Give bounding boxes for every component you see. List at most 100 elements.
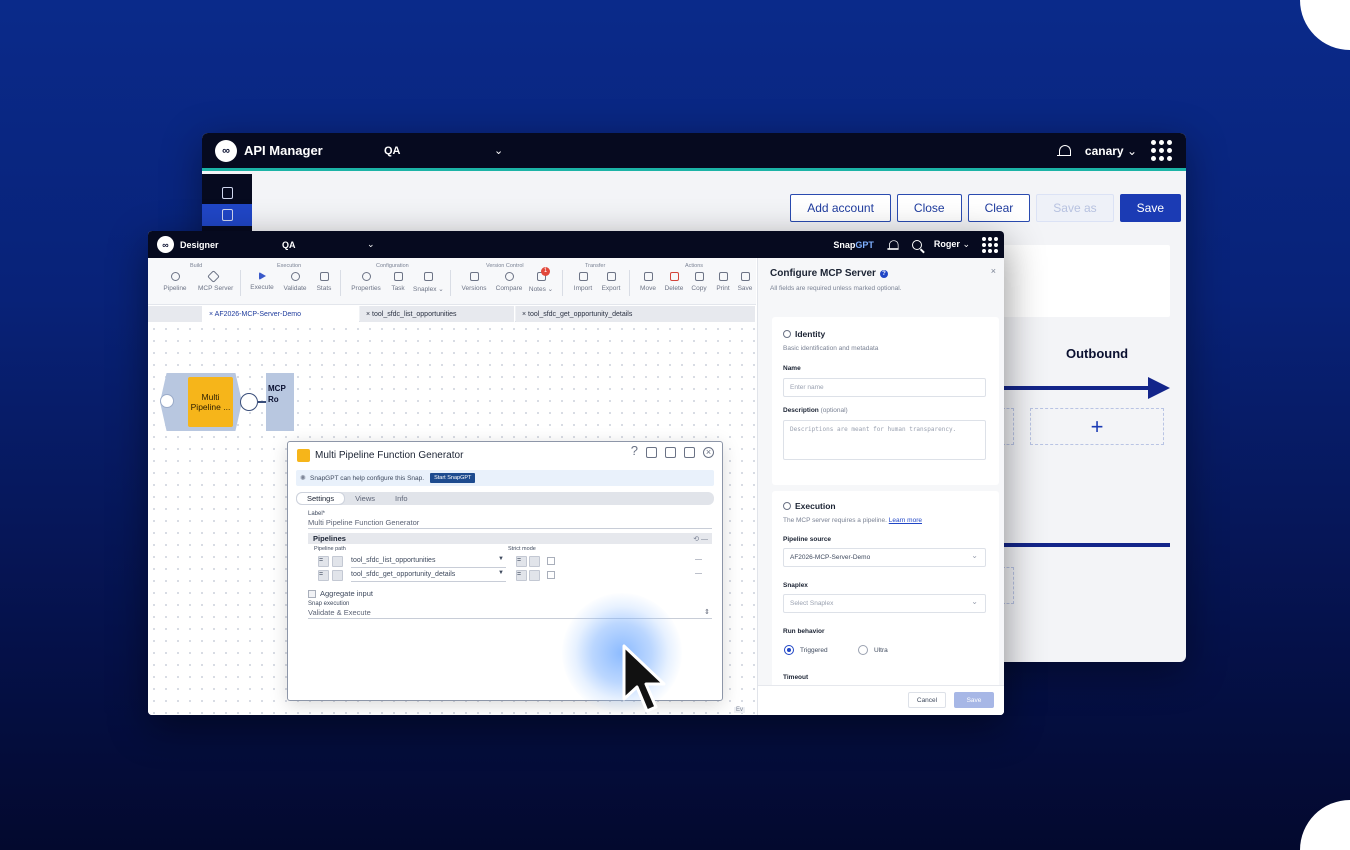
check-circle-icon [290, 272, 300, 281]
aggregate-input-checkbox[interactable] [308, 589, 316, 598]
suggest-button[interactable] [529, 570, 540, 581]
start-snapgpt-button[interactable]: Start SnapGPT [430, 473, 476, 483]
expression-toggle-button[interactable]: = [516, 556, 527, 567]
dropdown-caret-icon[interactable]: ▼ [498, 570, 504, 576]
toolbar-label: Stats [316, 285, 332, 292]
save-button[interactable]: Save [1119, 194, 1181, 222]
search-icon[interactable] [911, 239, 922, 250]
strict-mode-checkbox[interactable] [547, 557, 555, 565]
run-behavior-triggered[interactable]: Triggered [784, 645, 828, 655]
snap-output-port[interactable] [240, 393, 258, 411]
suggest-button[interactable] [529, 556, 540, 567]
bell-icon[interactable] [887, 239, 899, 250]
snap-input-port[interactable] [160, 394, 174, 408]
clear-button[interactable]: Clear [967, 194, 1031, 222]
arrow-right-icon [1148, 377, 1170, 399]
tab-info[interactable]: Info [385, 492, 418, 505]
chevron-down-icon[interactable]: ⌄ [367, 239, 375, 250]
sidebar-item-catalog[interactable] [202, 182, 252, 204]
suggest-button[interactable] [332, 570, 343, 581]
snapgpt-button[interactable]: SnapGPT [833, 240, 874, 250]
toolbar-notes[interactable]: Notes ⌄ 1 [526, 267, 556, 293]
pipeline-path-column: Pipeline path [314, 546, 346, 552]
pipeline-source-select[interactable]: AF2026-MCP-Server-Demo [783, 548, 986, 567]
strict-mode-checkbox[interactable] [547, 571, 555, 579]
toolbar-save[interactable]: Save [730, 272, 760, 292]
add-outbound-button[interactable]: + [1030, 408, 1164, 445]
app-switcher-icon[interactable] [982, 236, 998, 253]
toolbar-validate[interactable]: Validate [280, 272, 310, 292]
close-button[interactable]: Close [896, 194, 962, 222]
pipeline-path-input[interactable]: tool_sfdc_list_opportunities [351, 557, 506, 568]
user-menu[interactable]: canary ⌄ [1085, 144, 1137, 158]
expression-toggle-button[interactable]: = [318, 570, 329, 581]
environment-selector[interactable]: QA [282, 240, 296, 250]
toolbar-import[interactable]: Import [568, 272, 598, 292]
save-as-button[interactable]: Save as [1036, 194, 1114, 222]
cancel-button[interactable]: Cancel [908, 692, 946, 708]
add-account-button[interactable]: Add account [790, 194, 891, 222]
toolbar-stats[interactable]: Stats [309, 272, 339, 292]
run-behavior-ultra[interactable]: Ultra [858, 645, 888, 655]
row-menu-icon[interactable]: — [695, 556, 702, 563]
radio-selected-icon [784, 645, 794, 655]
tab-settings[interactable]: Settings [296, 492, 346, 505]
tab-af2026-mcp-server-demo[interactable]: × AF2026-MCP-Server-Demo [203, 306, 359, 322]
panel-footer: Cancel Save [758, 685, 1004, 715]
suggest-button[interactable] [332, 556, 343, 567]
save-button[interactable]: Save [954, 692, 994, 708]
group-execution: Execution [277, 263, 302, 269]
description-label-text: Description [783, 407, 819, 414]
mcp-server-icon [206, 270, 220, 283]
identity-title: Identity [783, 329, 825, 339]
user-menu[interactable]: Roger ⌄ [934, 239, 970, 250]
label-input[interactable]: Multi Pipeline Function Generator [308, 518, 712, 529]
server-icon [423, 272, 433, 281]
bell-icon[interactable] [1056, 144, 1071, 158]
chevron-down-icon: ⌄ [1126, 143, 1137, 158]
row-menu-icon[interactable]: — [695, 570, 702, 577]
snap-multi-pipeline[interactable]: Multi Pipeline ... [188, 377, 233, 427]
learn-more-link[interactable]: Learn more [889, 517, 922, 524]
expression-toggle-button[interactable]: = [318, 556, 329, 567]
toolbar-mcp-server[interactable]: MCP Server [198, 270, 233, 292]
toolbar-snaplex[interactable]: Snaplex ⌄ [413, 272, 444, 293]
export-icon [606, 272, 616, 281]
tab-tool-sfdc-get-opportunity-details[interactable]: × tool_sfdc_get_opportunity_details [516, 306, 756, 322]
toolbar-compare[interactable]: Compare [494, 272, 524, 292]
toolbar-versions[interactable]: Versions [459, 272, 489, 292]
snap-mcp-router[interactable]: MCP Ro [266, 373, 294, 431]
toolbar-export[interactable]: Export [596, 272, 626, 292]
layers-icon [469, 272, 479, 281]
tab-blank[interactable] [148, 306, 203, 322]
close-icon[interactable]: × [991, 266, 996, 276]
mouse-pointer-icon [622, 644, 666, 713]
tab-views[interactable]: Views [345, 492, 385, 505]
expand-icon[interactable] [646, 447, 657, 458]
sidebar-item-servers[interactable] [202, 204, 252, 226]
chevron-down-icon[interactable]: ⌄ [494, 144, 503, 157]
help-icon[interactable]: ? [879, 270, 888, 278]
save-icon[interactable] [684, 447, 695, 458]
close-icon[interactable]: × [703, 447, 714, 458]
toolbar-task[interactable]: Task [383, 272, 413, 292]
pipeline-canvas[interactable]: Multi Pipeline ... MCP Ro Multi Pipeline… [148, 323, 756, 715]
toolbar-pipeline[interactable]: Pipeline [160, 272, 190, 292]
toolbar-execute[interactable]: Execute [247, 272, 277, 291]
trash-icon[interactable] [665, 447, 676, 458]
toolbar-properties[interactable]: Properties [351, 272, 381, 292]
collapse-icon[interactable]: ⟲ — [693, 535, 708, 543]
expression-toggle-button[interactable]: = [516, 570, 527, 581]
description-textarea[interactable]: Descriptions are meant for human transpa… [783, 420, 986, 460]
snapgpt-banner: ✺ SnapGPT can help configure this Snap. … [296, 470, 714, 486]
snaplex-label: Snaplex [783, 582, 808, 589]
info-card [1002, 245, 1170, 317]
app-switcher-icon[interactable] [1151, 140, 1172, 161]
help-icon[interactable]: ? [631, 444, 638, 458]
pipeline-path-input[interactable]: tool_sfdc_get_opportunity_details [351, 571, 506, 582]
dropdown-caret-icon[interactable]: ▼ [498, 556, 504, 562]
snaplex-select[interactable]: Select Snaplex [783, 594, 986, 613]
environment-selector[interactable]: QA [384, 145, 401, 157]
name-input[interactable]: Enter name [783, 378, 986, 397]
tab-tool-sfdc-list-opportunities[interactable]: × tool_sfdc_list_opportunities [360, 306, 515, 322]
